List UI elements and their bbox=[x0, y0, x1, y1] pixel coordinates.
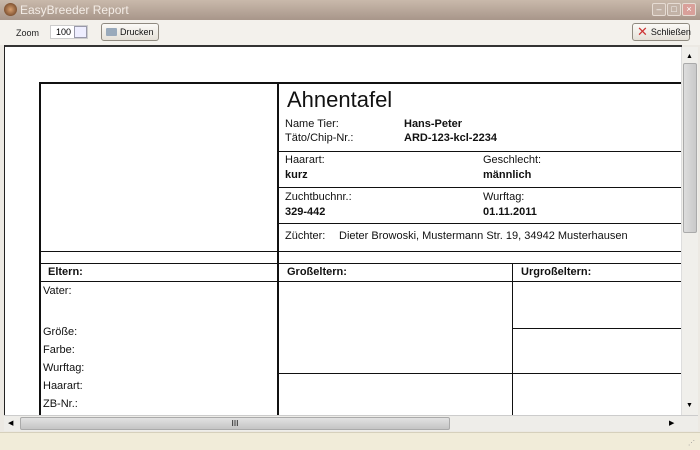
father-hair-label: Haarart: bbox=[43, 380, 83, 392]
name-value: Hans-Peter bbox=[404, 118, 463, 130]
father-label: Vater: bbox=[43, 285, 72, 297]
print-label: Drucken bbox=[120, 27, 154, 37]
father-birth-label: Wurftag: bbox=[43, 362, 85, 374]
scroll-left-icon[interactable]: ◀ bbox=[8, 419, 13, 427]
sex-label: Geschlecht: bbox=[483, 154, 542, 166]
chip-value: ARD-123-kcl-2234 bbox=[404, 132, 497, 144]
resize-grip-icon[interactable]: ⋰ bbox=[688, 439, 695, 447]
birth-label: Wurftag: bbox=[483, 191, 525, 203]
birth-value: 01.11.2011 bbox=[483, 206, 537, 218]
father-zb-label: ZB-Nr.: bbox=[43, 398, 78, 410]
window-title: EasyBreeder Report bbox=[20, 3, 129, 17]
scroll-up-icon[interactable]: ▲ bbox=[686, 53, 693, 60]
report-title: Ahnentafel bbox=[287, 87, 393, 112]
hair-label: Haarart: bbox=[285, 154, 325, 166]
col-grandparents: Großeltern: bbox=[287, 266, 347, 278]
close-label: Schließen bbox=[650, 27, 691, 37]
toolbar: Zoom 100 Drucken ✕ Schließen bbox=[0, 20, 700, 45]
scroll-down-icon[interactable]: ▼ bbox=[686, 402, 693, 409]
studbook-value: 329-442 bbox=[285, 206, 326, 218]
size-label: Größe: bbox=[43, 326, 78, 338]
maximize-button[interactable]: □ bbox=[667, 3, 681, 16]
status-bar: ⋰ bbox=[0, 432, 700, 450]
app-icon bbox=[4, 3, 17, 16]
breeder-label: Züchter: bbox=[285, 230, 326, 242]
close-x-icon: ✕ bbox=[637, 24, 648, 39]
sex-value: männlich bbox=[483, 169, 532, 181]
studbook-label: Zuchtbuchnr.: bbox=[285, 191, 352, 203]
minimize-button[interactable]: – bbox=[652, 3, 666, 16]
zoom-spinner[interactable] bbox=[74, 26, 87, 38]
print-button[interactable]: Drucken bbox=[101, 23, 159, 41]
printer-icon bbox=[106, 28, 117, 36]
col-greatgrandparents: Urgroßeltern: bbox=[521, 266, 592, 278]
horizontal-scrollbar[interactable]: ◀ III ▶ bbox=[4, 415, 698, 431]
close-button[interactable]: ✕ Schließen bbox=[632, 23, 691, 41]
color-label: Farbe: bbox=[43, 344, 75, 356]
hair-value: kurz bbox=[285, 169, 308, 181]
close-window-button[interactable]: × bbox=[682, 3, 696, 16]
vertical-scroll-thumb[interactable] bbox=[683, 63, 697, 233]
breeder-value: Dieter Browoski, Mustermann Str. 19, 349… bbox=[339, 230, 628, 242]
zoom-label: Zoom bbox=[16, 28, 40, 38]
zoom-value: 100 bbox=[55, 27, 71, 37]
col-parents: Eltern: bbox=[48, 266, 83, 278]
report-page: Ahnentafel Name Tier: Hans-Peter Täto/Ch… bbox=[4, 45, 682, 415]
chip-label: Täto/Chip-Nr.: bbox=[285, 132, 354, 144]
horizontal-scroll-thumb[interactable]: III bbox=[20, 417, 450, 430]
scroll-right-icon[interactable]: ▶ bbox=[669, 419, 674, 427]
vertical-scrollbar[interactable]: ▲ ▼ bbox=[681, 47, 698, 415]
name-label: Name Tier: bbox=[285, 118, 339, 130]
title-bar: EasyBreeder Report – □ × bbox=[0, 0, 700, 20]
